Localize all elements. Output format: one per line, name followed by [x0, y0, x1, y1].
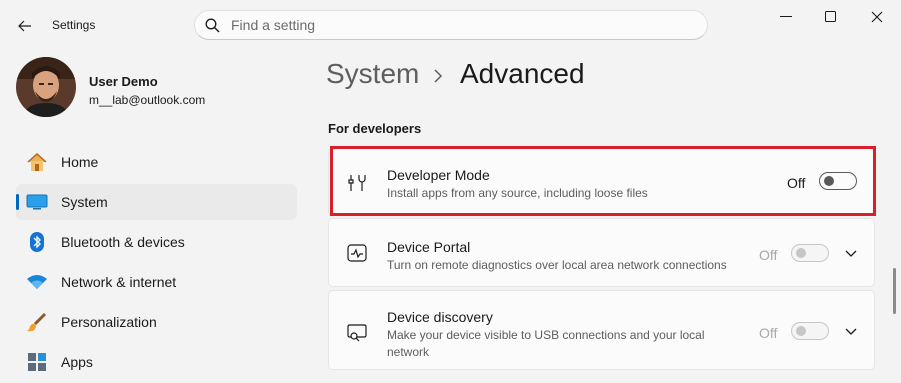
device-discovery-toggle[interactable]: [791, 322, 829, 340]
sidebar-item-label: Apps: [61, 354, 93, 370]
setting-description: Make your device visible to USB connecti…: [387, 328, 705, 359]
bluetooth-icon: [26, 231, 48, 253]
sidebar-item-label: Home: [61, 154, 99, 170]
page-title: Advanced: [460, 58, 585, 89]
scrollbar-thumb[interactable]: [893, 268, 896, 314]
home-icon: [26, 151, 48, 173]
setting-description: Turn on remote diagnostics over local ar…: [387, 258, 727, 272]
app-title: Settings: [52, 18, 96, 32]
pulse-icon: [345, 241, 369, 265]
avatar[interactable]: [16, 57, 76, 117]
setting-title: Device discovery: [387, 309, 493, 325]
sidebar-item-label: Personalization: [61, 314, 157, 330]
sidebar-item-label: System: [61, 194, 108, 210]
highlight-box: [330, 146, 876, 216]
system-icon: [26, 191, 48, 213]
sidebar-item-apps[interactable]: Apps: [16, 344, 297, 380]
back-button[interactable]: [10, 12, 40, 40]
sidebar-item-network[interactable]: Network & internet: [16, 264, 297, 300]
sidebar-item-bluetooth[interactable]: Bluetooth & devices: [16, 224, 297, 260]
section-title: For developers: [328, 121, 422, 136]
breadcrumb-parent[interactable]: System: [326, 58, 419, 90]
device-discovery-card[interactable]: Device discovery Make your device visibl…: [328, 290, 875, 370]
toggle-state-label: Off: [759, 247, 778, 263]
chevron-down-icon[interactable]: [843, 246, 859, 262]
wifi-icon: [26, 271, 48, 293]
chevron-down-icon[interactable]: [843, 324, 859, 340]
back-arrow-icon: [18, 20, 31, 32]
brush-icon: [26, 311, 48, 333]
user-email: m__lab@outlook.com: [89, 93, 206, 107]
maximize-icon: [825, 11, 836, 22]
close-button[interactable]: [854, 2, 900, 32]
apps-icon: [26, 351, 48, 373]
selection-indicator: [16, 194, 19, 210]
minimize-icon: [780, 16, 792, 17]
sidebar-item-home[interactable]: Home: [16, 144, 297, 180]
close-icon: [871, 11, 883, 23]
search-input[interactable]: [229, 16, 673, 34]
device-portal-card[interactable]: Device Portal Turn on remote diagnostics…: [328, 218, 875, 287]
sidebar-item-personalization[interactable]: Personalization: [16, 304, 297, 340]
sidebar-item-system[interactable]: System: [16, 184, 297, 220]
search-icon: [195, 18, 229, 33]
search-box[interactable]: [194, 10, 708, 40]
device-portal-toggle[interactable]: [791, 244, 829, 262]
sidebar-item-label: Bluetooth & devices: [61, 234, 185, 250]
toggle-state-label: Off: [759, 325, 778, 341]
user-name: User Demo: [89, 74, 158, 89]
maximize-button[interactable]: [808, 2, 854, 32]
sidebar-item-label: Network & internet: [61, 274, 177, 290]
chevron-right-icon: [428, 62, 448, 90]
setting-title: Device Portal: [387, 239, 471, 255]
device-search-icon: [345, 321, 369, 345]
minimize-button[interactable]: [763, 2, 809, 32]
